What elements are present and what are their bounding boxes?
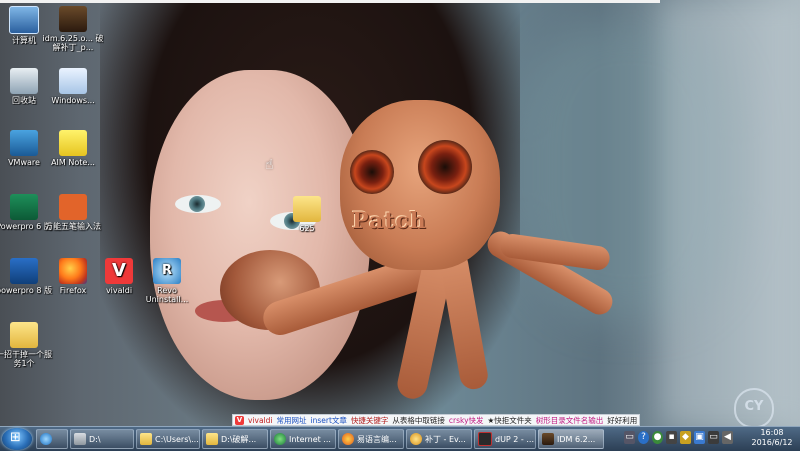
- folder-icon: [10, 322, 38, 348]
- desktop-icon-label: 万能五笔输入法: [45, 222, 101, 231]
- desktop-icon-folder-bottom[interactable]: 一招干掉一个服务1个: [0, 322, 55, 368]
- taskbar-item-everything[interactable]: 补丁 - Ev...: [406, 429, 472, 449]
- folder-icon: [140, 433, 152, 445]
- note-icon: [59, 130, 87, 156]
- taskbar-item-label: 补丁 - Ev...: [425, 434, 466, 444]
- globe-icon[interactable]: ●: [652, 431, 663, 444]
- desktop-icon-folder-center[interactable]: 625: [276, 196, 338, 233]
- toolbar-item[interactable]: 树形目录文件名输出: [536, 415, 604, 425]
- drive-icon: [74, 433, 86, 445]
- taskbar-item-label: C:\Users\...: [155, 434, 199, 444]
- mouse-cursor-icon: ☝: [265, 157, 274, 173]
- toolbar-item[interactable]: insert文章: [311, 415, 347, 425]
- powerpro8-icon: [10, 258, 38, 284]
- desktop-icon-label: 625: [299, 224, 315, 233]
- revo-icon: R: [153, 258, 181, 284]
- taskbar-item-label: 易语言编...: [357, 434, 397, 444]
- firefox-icon: [342, 433, 354, 445]
- desktop-icon-wanneng-input[interactable]: 万能五笔输入法: [42, 194, 104, 240]
- firefox-icon: [59, 258, 87, 284]
- taskbar-item-ie[interactable]: [36, 429, 68, 449]
- keyboard-icon[interactable]: ▭: [624, 431, 635, 444]
- clock-date: 2016/6/12: [751, 438, 793, 447]
- recycle-bin-icon: [10, 68, 38, 94]
- idm-icon: [542, 433, 554, 445]
- desktop-icon-aim-note[interactable]: AIM Note...: [42, 130, 104, 167]
- ie-icon: [40, 433, 52, 445]
- toolbar-item[interactable]: 快捷关键字: [351, 415, 389, 425]
- toolbar-item[interactable]: 好好利用: [607, 415, 637, 425]
- dup-icon: [478, 432, 492, 446]
- taskbar-item-internet[interactable]: Internet ...: [270, 429, 336, 449]
- toolbar-item[interactable]: crsky快发: [449, 415, 484, 425]
- toolbar-item[interactable]: ★快拒文件夹: [488, 415, 532, 425]
- desktop-wallpaper: Patch: [0, 0, 800, 426]
- folder-icon: [206, 433, 218, 445]
- taskbar-item-label: dUP 2 - ...: [495, 434, 534, 444]
- watermark-logo-icon: CY: [734, 388, 774, 428]
- taskbar-item-label: IDM 6.2...: [557, 434, 596, 444]
- desktop-icon-label: AIM Note...: [51, 158, 95, 167]
- desktop-icon-label: idm.6.25.o... 破解补丁_p...: [42, 34, 104, 52]
- taskbar-item-drive-d[interactable]: D:\: [70, 429, 134, 449]
- vivaldi-icon: V: [235, 415, 244, 425]
- system-clock[interactable]: 16:08 2016/6/12: [746, 428, 798, 448]
- toolbar-item[interactable]: 常用网址: [277, 415, 307, 425]
- patch-logo-text: Patch: [352, 208, 427, 234]
- start-button[interactable]: [2, 428, 32, 450]
- octopus-creature-image: [200, 100, 620, 402]
- folder-icon: [293, 196, 321, 222]
- input-method-icon: [59, 194, 87, 220]
- windows-icon: [59, 68, 87, 94]
- volume-icon[interactable]: ◀: [722, 431, 733, 444]
- desktop-icon-windows-update[interactable]: Windows...: [42, 68, 104, 105]
- taskbar-item-label: D:\: [89, 434, 101, 444]
- taskbar-item-users-folder[interactable]: C:\Users\...: [136, 429, 200, 449]
- taskbar-item-label: D:\破解...: [221, 434, 257, 444]
- clock-time: 16:08: [760, 428, 784, 437]
- system-tray: ▭ ? ● ▪ ◆ ▣ ▭ ◀: [624, 431, 733, 444]
- idm-patch-icon: [59, 6, 87, 32]
- toolbar-item[interactable]: vivaldi: [248, 416, 273, 425]
- shield-icon[interactable]: ◆: [680, 431, 691, 444]
- desktop-icon-label: Windows...: [51, 96, 95, 105]
- desktop-icon-label: 一招干掉一个服务1个: [0, 350, 52, 368]
- taskbar: D:\ C:\Users\... D:\破解... Internet ... 易…: [0, 426, 800, 451]
- powerpro-icon: [10, 194, 38, 220]
- toolbar-item[interactable]: 从表格中取链接: [392, 415, 445, 425]
- monitor-icon[interactable]: ▭: [708, 431, 719, 444]
- taskbar-item-firefox[interactable]: 易语言编...: [338, 429, 404, 449]
- app-tray-icon[interactable]: ▪: [666, 431, 677, 444]
- computer-icon: [9, 6, 39, 34]
- desktop-icon-revo[interactable]: R Revo Uninstall...: [136, 258, 198, 304]
- taskbar-item-idm[interactable]: IDM 6.2...: [538, 429, 604, 449]
- top-edge-strip: [0, 0, 660, 3]
- desktop-icon-idm-file[interactable]: idm.6.25.o... 破解补丁_p...: [42, 6, 104, 52]
- taskbar-item-crack-folder[interactable]: D:\破解...: [202, 429, 268, 449]
- network-icon[interactable]: ▣: [694, 431, 705, 444]
- vivaldi-icon: V: [105, 258, 133, 284]
- help-icon[interactable]: ?: [638, 431, 649, 444]
- taskbar-item-dup[interactable]: dUP 2 - ...: [474, 429, 536, 449]
- desktop-icon-label: Revo Uninstall...: [145, 286, 189, 304]
- taskbar-item-label: Internet ...: [289, 434, 331, 444]
- quick-launch-toolbar: V vivaldi 常用网址 insert文章 快捷关键字 从表格中取链接 cr…: [232, 414, 640, 426]
- search-icon: [410, 433, 422, 445]
- vmware-icon: [10, 130, 38, 156]
- internet-icon: [274, 433, 286, 445]
